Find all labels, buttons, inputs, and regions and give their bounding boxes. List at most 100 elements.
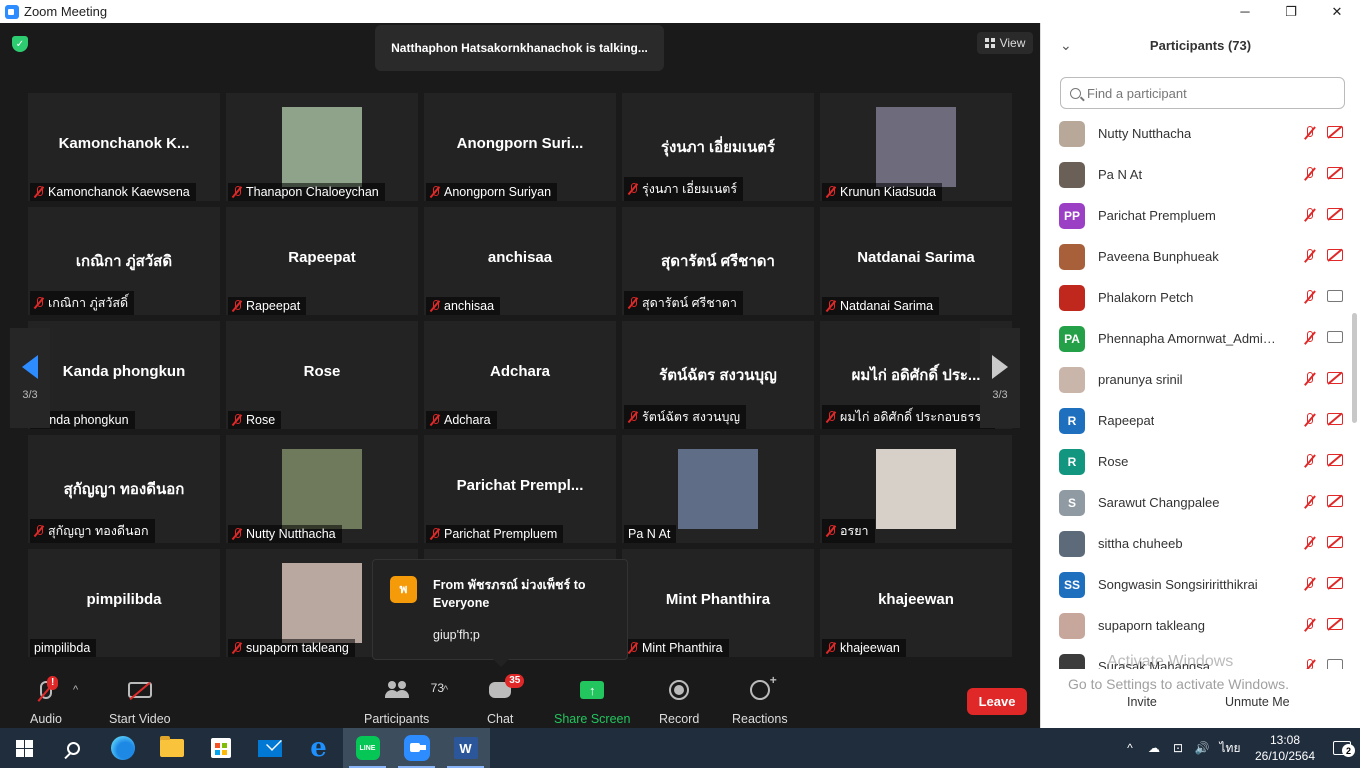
- video-tile[interactable]: Anongporn Suri... Anongporn Suriyan: [424, 93, 616, 201]
- video-tile[interactable]: อรยา: [820, 435, 1012, 543]
- participant-name: pranunya srinil: [1098, 372, 1183, 387]
- participant-row[interactable]: SS Songwasin Songsiriritthikrai: [1041, 564, 1349, 605]
- video-tile[interactable]: Rapeepat Rapeepat: [226, 207, 418, 315]
- video-tile[interactable]: Nutty Nutthacha: [226, 435, 418, 543]
- input-language[interactable]: ไทย: [1214, 739, 1246, 758]
- volume-icon[interactable]: 🔊: [1190, 741, 1214, 755]
- participant-row[interactable]: supaporn takleang: [1041, 605, 1349, 646]
- muted-mic-icon: [232, 528, 242, 540]
- participants-button[interactable]: 73 Participants: [364, 678, 444, 726]
- participant-status-icons: [1303, 536, 1343, 550]
- participant-avatar: [1059, 612, 1085, 639]
- zoom-app-button[interactable]: [392, 728, 441, 768]
- video-tile[interactable]: รุ่งนภา เอี่ยมเนตร์ รุ่งนภา เอี่ยมเนตร์: [622, 93, 814, 201]
- participant-row[interactable]: S Sarawut Changpalee: [1041, 482, 1349, 523]
- video-tile[interactable]: เกณิกา ภู่สวัสดิ เกณิกา ภู่สวัสดิ์: [28, 207, 220, 315]
- video-tile[interactable]: สุดารัตน์ ศรีชาดา สุดารัตน์ ศรีชาดา: [622, 207, 814, 315]
- video-tile[interactable]: Kamonchanok K... Kamonchanok Kaewsena: [28, 93, 220, 201]
- participant-name: Rose: [1098, 454, 1129, 469]
- tray-overflow-caret-icon[interactable]: ^: [1118, 741, 1142, 755]
- close-button[interactable]: ✕: [1314, 0, 1360, 23]
- participant-search[interactable]: [1060, 77, 1345, 109]
- tile-name-label: Kamonchanok Kaewsena: [30, 183, 196, 201]
- line-app-button[interactable]: LINE: [343, 728, 392, 768]
- audio-options-caret[interactable]: ^: [73, 684, 78, 696]
- participant-row[interactable]: Paveena Bunphueak: [1041, 236, 1349, 277]
- participant-avatar: [1059, 284, 1085, 311]
- video-tile[interactable]: pimpilibda pimpilibda: [28, 549, 220, 657]
- video-tile[interactable]: Krunun Kiadsuda: [820, 93, 1012, 201]
- muted-mic-icon: [430, 300, 440, 312]
- tile-name-text: Anongporn Suriyan: [444, 185, 552, 199]
- network-icon[interactable]: ⊡: [1166, 741, 1190, 755]
- participant-status-icons: [1303, 372, 1343, 386]
- participant-row[interactable]: Phalakorn Petch: [1041, 277, 1349, 318]
- chat-notification-popup[interactable]: พ From พัชรภรณ์ ม่วงเพ็ชร์ to Everyone g…: [372, 559, 628, 667]
- maximize-button[interactable]: ❐: [1268, 0, 1314, 23]
- tile-name-label: Thanapon Chaloeychan: [228, 183, 385, 201]
- video-tile[interactable]: Thanapon Chaloeychan: [226, 93, 418, 201]
- audio-button[interactable]: ! Audio: [30, 676, 62, 726]
- video-tile[interactable]: khajeewan khajeewan: [820, 549, 1012, 657]
- video-on-icon: [1327, 331, 1343, 343]
- video-off-icon: [1327, 495, 1343, 507]
- participants-options-caret[interactable]: ^: [443, 684, 448, 696]
- previous-page-button[interactable]: 3/3: [10, 328, 50, 428]
- participant-row[interactable]: R Rapeepat: [1041, 400, 1349, 441]
- system-tray: ^ ☁ ⊡ 🔊 ไทย 13:08 26/10/2564 2: [1118, 728, 1360, 768]
- chat-button[interactable]: 35 Chat: [487, 674, 525, 726]
- muted-mic-icon: [628, 297, 638, 309]
- muted-mic-icon: [34, 297, 44, 309]
- participant-list-scrollbar[interactable]: [1350, 113, 1358, 669]
- next-page-button[interactable]: 3/3: [980, 328, 1020, 428]
- word-app-button[interactable]: W: [441, 728, 490, 768]
- edge-button[interactable]: [98, 728, 147, 768]
- onedrive-icon[interactable]: ☁: [1142, 741, 1166, 755]
- video-tile[interactable]: Rose Rose: [226, 321, 418, 429]
- notification-center-button[interactable]: 2: [1324, 741, 1360, 757]
- video-off-icon: [1327, 167, 1343, 179]
- participant-row[interactable]: PA Phennapha Amornwat_Admin_T...: [1041, 318, 1349, 359]
- internet-explorer-button[interactable]: e: [294, 728, 343, 768]
- start-button[interactable]: [0, 728, 49, 768]
- video-tile[interactable]: Mint Phanthira Mint Phanthira: [622, 549, 814, 657]
- video-tile[interactable]: รัตน์ฉัตร สงวนบุญ รัตน์ฉัตร สงวนบุญ: [622, 321, 814, 429]
- scrollbar-thumb[interactable]: [1352, 313, 1357, 423]
- participant-video-image: [282, 107, 362, 187]
- start-video-label: Start Video: [109, 712, 171, 726]
- file-explorer-button[interactable]: [147, 728, 196, 768]
- unmute-me-button[interactable]: Unmute Me: [1217, 693, 1298, 711]
- leave-button[interactable]: Leave: [967, 688, 1027, 715]
- store-button[interactable]: [196, 728, 245, 768]
- participant-row[interactable]: pranunya srinil: [1041, 359, 1349, 400]
- view-button[interactable]: View: [977, 32, 1033, 54]
- video-tile[interactable]: Parichat Prempl... Parichat Prempluem: [424, 435, 616, 543]
- mail-button[interactable]: [245, 728, 294, 768]
- video-tile[interactable]: Natdanai Sarima Natdanai Sarima: [820, 207, 1012, 315]
- participant-row[interactable]: PP Parichat Prempluem: [1041, 195, 1349, 236]
- participant-row[interactable]: R Rose: [1041, 441, 1349, 482]
- video-tile[interactable]: สุกัญญา ทองดีนอก สุกัญญา ทองดีนอก: [28, 435, 220, 543]
- minimize-button[interactable]: ─: [1222, 0, 1268, 23]
- tile-display-name: pimpilibda: [86, 591, 162, 608]
- participant-status-icons: [1303, 126, 1343, 140]
- taskbar-search-button[interactable]: [49, 728, 98, 768]
- start-video-button[interactable]: Start Video: [109, 678, 171, 726]
- share-screen-button[interactable]: ↑ Share Screen: [554, 678, 630, 726]
- clock[interactable]: 13:08 26/10/2564: [1246, 732, 1324, 764]
- video-tile[interactable]: Pa N At: [622, 435, 814, 543]
- video-tile[interactable]: Adchara Adchara: [424, 321, 616, 429]
- participant-row[interactable]: Pa N At: [1041, 154, 1349, 195]
- participant-status-icons: [1303, 659, 1343, 669]
- participant-list: Nutty Nutthacha Pa N At PP Parichat Premplu…: [1041, 113, 1349, 669]
- participants-count: 73: [430, 681, 445, 695]
- video-tile[interactable]: Kanda phongkun Kanda phongkun: [28, 321, 220, 429]
- participant-row[interactable]: Nutty Nutthacha: [1041, 113, 1349, 154]
- encryption-shield-icon[interactable]: ✓: [12, 36, 28, 52]
- reactions-button[interactable]: Reactions: [732, 673, 788, 726]
- record-button[interactable]: Record: [659, 678, 699, 726]
- invite-button[interactable]: Invite: [1119, 693, 1165, 711]
- video-tile[interactable]: anchisaa anchisaa: [424, 207, 616, 315]
- participant-row[interactable]: sittha chuheeb: [1041, 523, 1349, 564]
- participant-search-input[interactable]: [1087, 85, 1327, 101]
